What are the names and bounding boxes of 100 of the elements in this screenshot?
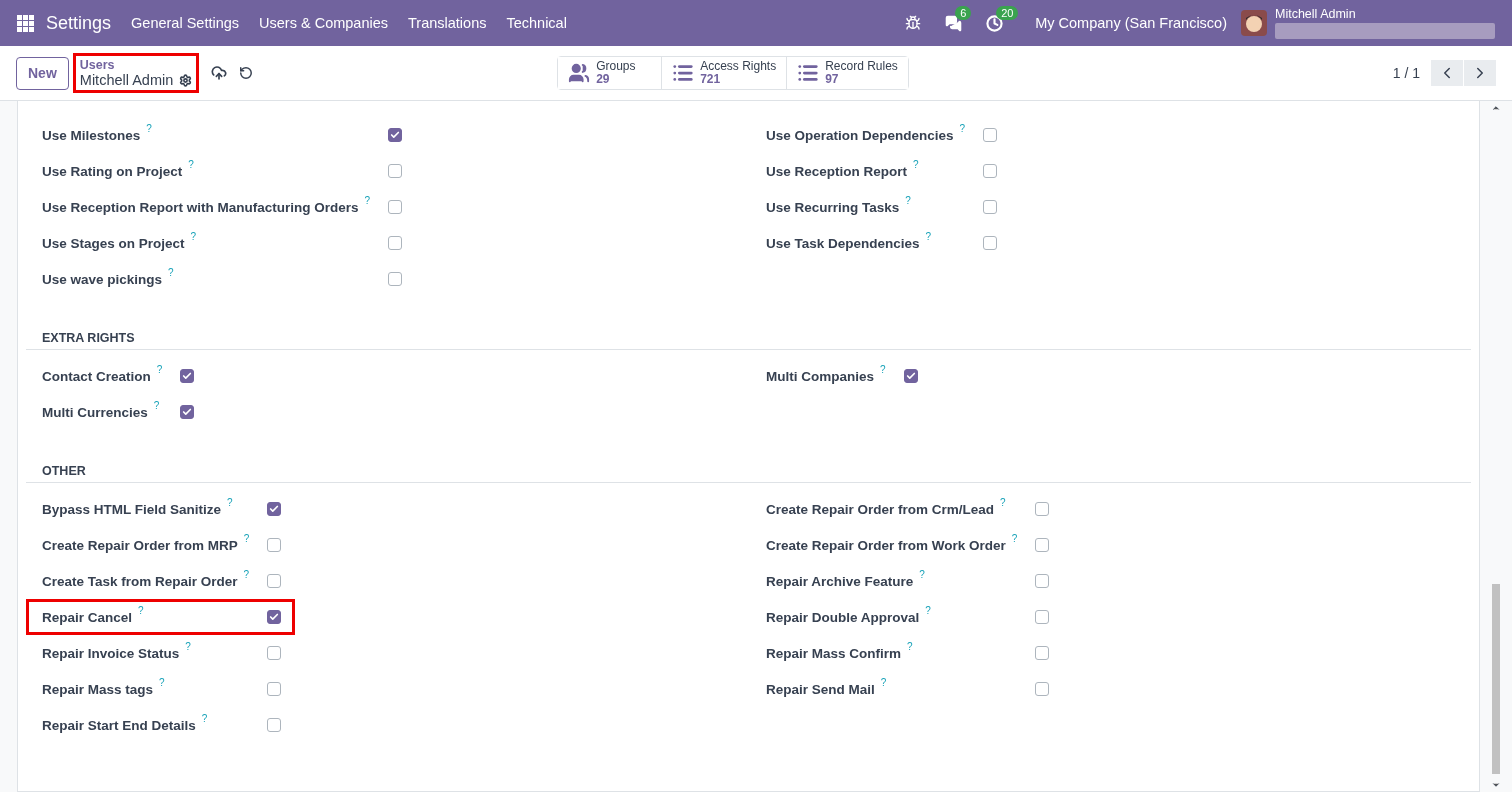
help-tooltip-mark[interactable]: ? xyxy=(364,195,371,206)
checkbox[interactable] xyxy=(267,718,282,732)
checkbox[interactable] xyxy=(1035,646,1050,660)
help-tooltip-mark[interactable]: ? xyxy=(190,231,197,242)
menu-item[interactable]: General Settings xyxy=(131,15,240,31)
checkbox[interactable] xyxy=(1035,574,1050,588)
checkbox[interactable] xyxy=(983,236,998,250)
scroll-down-icon[interactable] xyxy=(1491,780,1501,790)
help-tooltip-mark[interactable]: ? xyxy=(168,267,174,278)
help-tooltip-mark[interactable]: ? xyxy=(907,641,913,652)
apps-grid-icon[interactable] xyxy=(17,14,34,32)
checkbox[interactable] xyxy=(903,369,918,383)
checkbox[interactable] xyxy=(388,128,403,142)
setting-label: Use Task Dependencies xyxy=(766,235,920,251)
next-button[interactable] xyxy=(1464,60,1496,86)
setting-label: Contact Creation xyxy=(42,368,151,384)
checkbox[interactable] xyxy=(1035,682,1050,696)
checkbox[interactable] xyxy=(983,164,998,178)
setting-label: Create Repair Order from Work Order xyxy=(766,537,1006,553)
setting-label: Repair Mass tags xyxy=(42,681,154,697)
help-tooltip-mark[interactable]: ? xyxy=(1011,533,1018,544)
setting-label: Create Task from Repair Order xyxy=(42,573,238,589)
checkbox[interactable] xyxy=(388,272,403,286)
help-tooltip-mark[interactable]: ? xyxy=(243,533,250,544)
help-tooltip-mark[interactable]: ? xyxy=(959,123,966,134)
section-title: EXTRA RIGHTS xyxy=(26,331,1471,350)
users-icon xyxy=(568,62,591,84)
setting-label: Repair Start End Details xyxy=(42,717,196,733)
help-tooltip-mark[interactable]: ? xyxy=(188,159,194,170)
section-title: OTHER xyxy=(26,464,1471,483)
menu-item[interactable]: Technical xyxy=(506,15,567,31)
checkbox[interactable] xyxy=(267,538,282,552)
checkbox[interactable] xyxy=(267,610,282,624)
checkbox[interactable] xyxy=(388,200,403,214)
undo-icon[interactable] xyxy=(239,66,254,80)
setting-label: Bypass HTML Field Sanitize xyxy=(42,501,222,517)
checkbox[interactable] xyxy=(388,236,403,250)
setting-label: Repair Archive Feature xyxy=(766,573,914,589)
scroll-up-icon[interactable] xyxy=(1491,103,1501,113)
scrollbar-thumb[interactable] xyxy=(1492,584,1500,774)
activity-count-badge: 20 xyxy=(996,5,1019,20)
checkbox[interactable] xyxy=(267,682,282,696)
checkbox[interactable] xyxy=(267,502,282,516)
setting-label: Repair Cancel xyxy=(42,609,133,625)
checkbox[interactable] xyxy=(388,164,403,178)
help-tooltip-mark[interactable]: ? xyxy=(1000,497,1006,508)
setting-label: Repair Mass Confirm xyxy=(766,645,902,661)
help-tooltip-mark[interactable]: ? xyxy=(159,677,165,688)
help-tooltip-mark[interactable]: ? xyxy=(919,569,925,580)
bug-icon[interactable] xyxy=(905,15,922,31)
new-button[interactable]: New xyxy=(16,56,69,90)
menu-item[interactable]: Translations xyxy=(408,15,487,31)
setting-label: Use Rating on Project xyxy=(42,163,183,179)
smart-button[interactable]: Groups 29 xyxy=(558,57,663,89)
pager-value: 1 / 1 xyxy=(1392,65,1420,81)
setting-label: Use Operation Dependencies xyxy=(766,127,954,143)
checkbox[interactable] xyxy=(983,128,998,142)
user-name[interactable]: Mitchell Admin xyxy=(1275,7,1495,21)
help-tooltip-mark[interactable]: ? xyxy=(243,569,250,580)
checkbox[interactable] xyxy=(180,369,195,383)
help-tooltip-mark[interactable]: ? xyxy=(880,364,886,375)
checkbox[interactable] xyxy=(267,574,282,588)
previous-button[interactable] xyxy=(1431,60,1463,86)
help-tooltip-mark[interactable]: ? xyxy=(925,231,932,242)
setting-label: Repair Invoice Status xyxy=(42,645,180,661)
checkbox[interactable] xyxy=(1035,502,1050,516)
setting-label: Use Recurring Tasks xyxy=(766,199,900,215)
help-tooltip-mark[interactable]: ? xyxy=(146,123,152,134)
record-title: Mitchell Admin xyxy=(79,72,174,88)
checkbox[interactable] xyxy=(1035,610,1050,624)
setting-label: Use Milestones xyxy=(42,127,141,143)
cloud-upload-icon[interactable] xyxy=(211,65,228,81)
help-tooltip-mark[interactable]: ? xyxy=(201,713,208,724)
help-tooltip-mark[interactable]: ? xyxy=(153,400,160,411)
help-tooltip-mark[interactable]: ? xyxy=(925,605,931,616)
setting-label: Create Repair Order from Crm/Lead xyxy=(766,501,995,517)
checkbox[interactable] xyxy=(180,405,195,419)
chat-icon[interactable] xyxy=(945,14,963,32)
help-tooltip-mark[interactable]: ? xyxy=(913,159,919,170)
checkbox[interactable] xyxy=(1035,538,1050,552)
checkbox[interactable] xyxy=(267,646,282,660)
breadcrumb-link[interactable]: Users xyxy=(79,58,174,72)
setting-label: Use Stages on Project xyxy=(42,235,185,251)
setting-label: Use wave pickings xyxy=(42,271,163,287)
list-icon xyxy=(797,62,820,84)
help-tooltip-mark[interactable]: ? xyxy=(185,641,191,652)
company-switcher[interactable]: My Company (San Francisco) xyxy=(1035,15,1227,31)
user-avatar[interactable] xyxy=(1241,10,1267,36)
help-tooltip-mark[interactable]: ? xyxy=(138,605,144,616)
help-tooltip-mark[interactable]: ? xyxy=(227,497,233,508)
setting-label: Repair Double Approval xyxy=(766,609,920,625)
setting-label: Multi Currencies xyxy=(42,404,148,420)
help-tooltip-mark[interactable]: ? xyxy=(880,677,887,688)
setting-label: Multi Companies xyxy=(766,368,874,384)
help-tooltip-mark[interactable]: ? xyxy=(905,195,911,206)
checkbox[interactable] xyxy=(983,200,998,214)
settings-icon[interactable] xyxy=(179,73,193,87)
help-tooltip-mark[interactable]: ? xyxy=(156,364,163,375)
app-title[interactable]: Settings xyxy=(46,12,112,34)
menu-item[interactable]: Users & Companies xyxy=(259,15,388,31)
